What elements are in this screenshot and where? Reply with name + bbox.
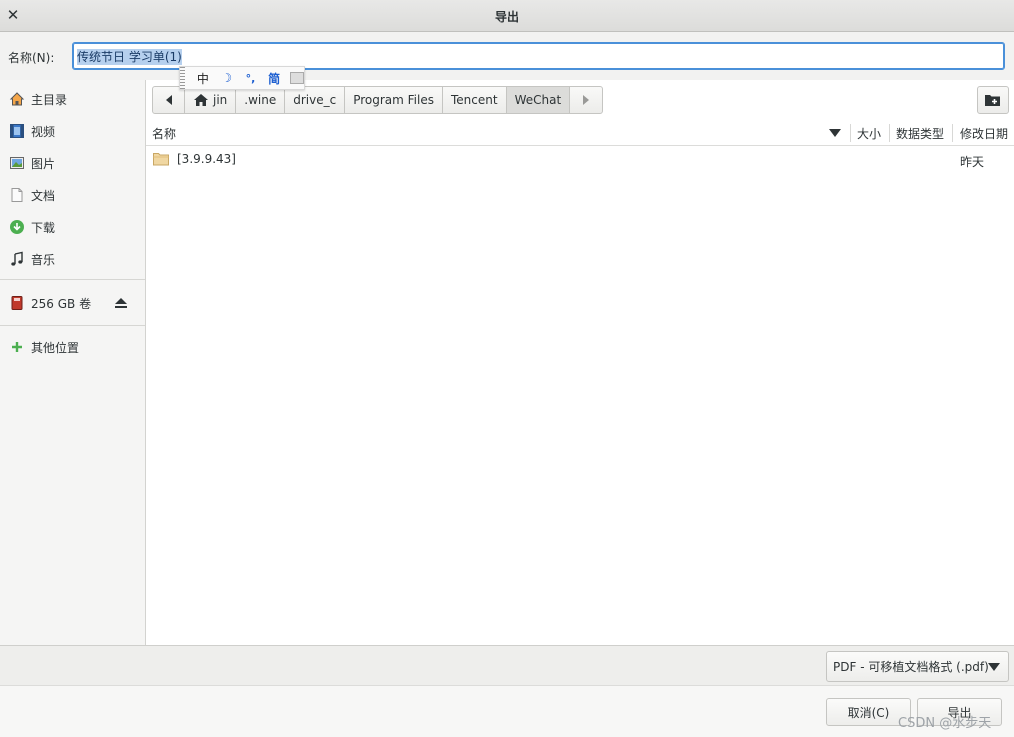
sidebar-item-videos[interactable]: 视频 [0,116,145,146]
path-segment[interactable]: .wine [236,87,286,113]
file-name: [3.9.9.43] [177,152,236,166]
ime-grip-handle[interactable] [180,67,185,89]
home-icon [194,94,208,106]
places-sidebar: 主目录 视频 图片 文档 下载 音乐 256 GB 卷 其他位置 [0,80,146,645]
sidebar-item-home[interactable]: 主目录 [0,84,145,114]
filter-bar: PDF - 可移植文档格式 (.pdf) [0,645,1014,685]
sidebar-item-other-locations[interactable]: 其他位置 [0,332,145,362]
path-segment-home[interactable]: jin [185,87,237,113]
path-segment[interactable]: Tencent [443,87,507,113]
sidebar-divider [0,325,145,326]
sidebar-item-pictures[interactable]: 图片 [0,148,145,178]
sidebar-item-label: 其他位置 [31,340,80,355]
sidebar-item-music[interactable]: 音乐 [0,244,145,274]
column-divider [889,124,890,142]
ime-keyboard-icon[interactable] [290,72,304,84]
column-divider [850,124,851,142]
title-bar: ✕ 导出 [0,0,1014,32]
sidebar-item-downloads[interactable]: 下载 [0,212,145,242]
ime-halfwidth-icon[interactable]: ☽ [215,71,239,85]
sidebar-item-label: 256 GB 卷 [31,296,92,311]
document-icon [9,187,25,203]
watermark: CSDN @水步天 [898,716,992,731]
ime-simplified-toggle[interactable]: 简 [262,70,286,87]
ime-mode-toggle[interactable]: 中 [191,70,215,87]
new-folder-icon [985,95,1000,106]
table-row[interactable]: [3.9.9.43] 昨天 [146,148,1014,170]
column-header: 名称 大小 数据类型 修改日期 [146,120,1014,146]
column-type-label: 数据类型 [896,126,945,141]
column-divider [952,124,953,142]
sidebar-item-label: 图片 [31,156,56,171]
path-bar: jin .wine drive_c Program Files Tencent … [152,86,604,114]
music-icon [9,251,25,267]
path-segment-label: jin [213,93,228,107]
ime-punctuation-icon[interactable]: °, [239,72,263,85]
name-row: 名称(N): 传统节日 学习单(1) [0,32,1014,80]
sidebar-item-volume[interactable]: 256 GB 卷 [0,288,145,318]
sort-descending-icon [829,129,841,137]
plus-icon [9,339,25,355]
path-segment-label: .wine [244,93,277,107]
pictures-icon [9,155,25,171]
path-segment[interactable]: Program Files [345,87,443,113]
folder-icon [153,153,169,166]
chevron-left-icon [165,95,172,105]
path-segment[interactable]: drive_c [285,87,346,113]
column-modified-label: 修改日期 [960,126,1009,141]
column-type[interactable]: 数据类型 [896,120,944,146]
column-size[interactable]: 大小 [857,120,881,146]
eject-icon[interactable] [114,297,128,309]
sidebar-item-label: 音乐 [31,252,56,267]
file-type-dropdown[interactable]: PDF - 可移植文档格式 (.pdf) [826,651,1009,682]
sidebar-divider [0,279,145,280]
video-icon [9,123,25,139]
path-back-button[interactable] [153,87,185,113]
column-name-label: 名称 [152,126,177,141]
path-segment-label: WeChat [514,93,562,107]
new-folder-button[interactable] [977,86,1009,114]
sidebar-item-documents[interactable]: 文档 [0,180,145,210]
path-segment-label: drive_c [293,93,337,107]
column-size-label: 大小 [857,126,882,141]
file-list: 名称 大小 数据类型 修改日期 [3.9.9.43] 昨天 [146,120,1014,645]
column-modified[interactable]: 修改日期 [960,120,1008,146]
window-title: 导出 [494,10,519,24]
file-type-selected: PDF - 可移植文档格式 (.pdf) [833,660,989,674]
chevron-right-icon [583,95,590,105]
name-label: 名称(N): [8,51,55,65]
path-segment-label: Tencent [450,93,498,107]
action-bar: 取消(C) 导出 [0,685,1014,737]
column-name[interactable]: 名称 [152,120,842,146]
sidebar-item-label: 文档 [31,188,56,203]
ime-toolbar[interactable]: 中 ☽ °, 简 [179,66,305,90]
download-icon [9,219,25,235]
chevron-down-icon [988,663,1000,671]
path-forward-button[interactable] [570,87,602,113]
sidebar-item-label: 主目录 [31,92,68,107]
path-segment-current[interactable]: WeChat [506,87,571,113]
sidebar-item-label: 下载 [31,220,56,235]
home-icon [9,91,25,107]
drive-icon [9,295,25,311]
file-modified: 昨天 [960,155,985,169]
path-segment-label: Program Files [353,93,434,107]
name-input-value: 传统节日 学习单(1) [77,49,182,65]
sidebar-item-label: 视频 [31,124,56,139]
